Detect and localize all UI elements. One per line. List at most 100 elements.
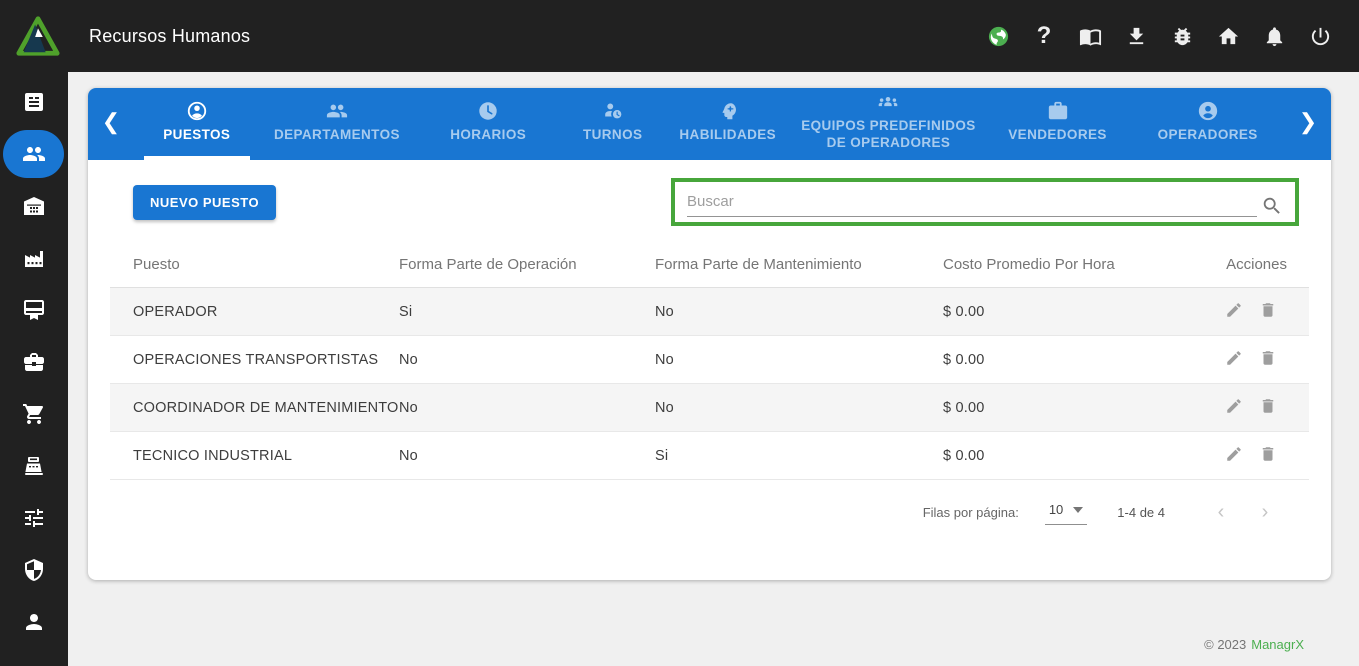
cell-costo: $ 0.00 [943, 352, 1193, 368]
header-operacion: Forma Parte de Operación [399, 256, 655, 273]
delete-trash-icon[interactable] [1259, 397, 1277, 418]
app-screen: Recursos Humanos ? [0, 0, 1359, 666]
cell-puesto: COORDINADOR DE MANTENIMIENTO [110, 400, 399, 416]
edit-pencil-icon[interactable] [1225, 397, 1243, 418]
copyright-text: © 2023 [1204, 637, 1246, 652]
search-icon[interactable] [1261, 195, 1283, 217]
brand-link[interactable]: ManagrX [1251, 637, 1304, 652]
help-icon[interactable]: ? [1025, 17, 1063, 55]
pagination: Filas por página: 10 1-4 de 4 ‹ › [88, 480, 1331, 544]
row-actions [1193, 397, 1309, 418]
tabs-scroll-right-icon[interactable]: ❯ [1285, 88, 1331, 160]
table-header-row: Puesto Forma Parte de Operación Forma Pa… [110, 242, 1309, 288]
delete-trash-icon[interactable] [1259, 445, 1277, 466]
newsfeed-icon [22, 90, 46, 114]
sidebar-item-toolbox[interactable] [0, 336, 68, 388]
download-icon[interactable] [1117, 17, 1155, 55]
new-puesto-button[interactable]: NUEVO PUESTO [133, 185, 276, 220]
sidebar-item-point-of-sale[interactable] [0, 440, 68, 492]
tab-habilidades[interactable]: HABILIDADES [663, 88, 792, 160]
bug-report-icon[interactable] [1163, 17, 1201, 55]
next-page-icon[interactable]: › [1243, 502, 1287, 522]
brain-icon [717, 100, 739, 122]
row-actions [1193, 349, 1309, 370]
search-input[interactable] [687, 193, 1257, 210]
puestos-table: Puesto Forma Parte de Operación Forma Pa… [110, 242, 1309, 480]
topbar: Recursos Humanos ? [0, 0, 1359, 72]
cell-operacion: Si [399, 304, 655, 320]
cell-operacion: No [399, 352, 655, 368]
cell-operacion: No [399, 400, 655, 416]
footer: © 2023 ManagrX [1204, 637, 1304, 652]
tab-horarios[interactable]: HORARIOS [414, 88, 562, 160]
delete-trash-icon[interactable] [1259, 349, 1277, 370]
person-icon [22, 610, 46, 634]
tab-puestos[interactable]: PUESTOS [134, 88, 260, 160]
security-shield-icon [22, 558, 46, 582]
annotation-highlight-box [671, 178, 1299, 226]
cell-mantenimiento: Si [655, 448, 943, 464]
tabs: PUESTOS DEPARTAMENTOS HORARIOS TURNOS [134, 88, 1285, 160]
tab-operadores[interactable]: OPERADORES [1130, 88, 1285, 160]
power-logout-icon[interactable] [1301, 17, 1339, 55]
home-icon[interactable] [1209, 17, 1247, 55]
sidebar-item-security[interactable] [0, 544, 68, 596]
pagination-range: 1-4 de 4 [1117, 505, 1165, 520]
language-globe-icon[interactable] [979, 17, 1017, 55]
logo-triangle-icon [15, 13, 61, 59]
table-row: OPERACIONES TRANSPORTISTAS No No $ 0.00 [110, 336, 1309, 384]
cell-operacion: No [399, 448, 655, 464]
shopping-cart-icon [22, 402, 46, 426]
main-content: ❮ PUESTOS DEPARTAMENTOS HORARIOS [68, 72, 1359, 666]
chevron-down-icon [1073, 507, 1083, 513]
cell-mantenimiento: No [655, 352, 943, 368]
sidebar-item-purchases[interactable] [0, 388, 68, 440]
people-icon [326, 100, 348, 122]
sidebar-item-certifications[interactable] [0, 284, 68, 336]
account-circle-icon [186, 100, 208, 122]
cell-puesto: OPERACIONES TRANSPORTISTAS [110, 352, 399, 368]
sidebar-item-factory[interactable] [0, 232, 68, 284]
edit-pencil-icon[interactable] [1225, 445, 1243, 466]
cell-mantenimiento: No [655, 400, 943, 416]
sidebar-item-warehouse[interactable] [0, 180, 68, 232]
tab-equipos-predefinidos[interactable]: EQUIPOS PREDEFINIDOS DE OPERADORES [792, 88, 984, 160]
search-field [675, 186, 1295, 226]
edit-pencil-icon[interactable] [1225, 301, 1243, 322]
groups-icon [877, 92, 899, 113]
previous-page-icon[interactable]: ‹ [1199, 502, 1243, 522]
clock-icon [477, 100, 499, 122]
warehouse-icon [22, 194, 46, 218]
sidebar [0, 72, 68, 666]
cell-costo: $ 0.00 [943, 400, 1193, 416]
app-logo[interactable] [15, 13, 61, 59]
people-icon [22, 142, 46, 166]
cell-puesto: OPERADOR [110, 304, 399, 320]
tab-turnos[interactable]: TURNOS [562, 88, 663, 160]
header-acciones: Acciones [1193, 256, 1309, 273]
documentation-book-icon[interactable] [1071, 17, 1109, 55]
sidebar-item-account[interactable] [0, 596, 68, 648]
row-actions [1193, 301, 1309, 322]
sidebar-item-newsfeed[interactable] [0, 76, 68, 128]
delete-trash-icon[interactable] [1259, 301, 1277, 322]
header-puesto: Puesto [110, 256, 399, 273]
topbar-actions: ? [979, 17, 1359, 55]
cell-mantenimiento: No [655, 304, 943, 320]
row-actions [1193, 445, 1309, 466]
table-row: TECNICO INDUSTRIAL No Si $ 0.00 [110, 432, 1309, 480]
header-mantenimiento: Forma Parte de Mantenimiento [655, 256, 943, 273]
tab-departamentos[interactable]: DEPARTAMENTOS [260, 88, 415, 160]
tab-vendedores[interactable]: VENDEDORES [985, 88, 1131, 160]
tabs-scroll-left-icon[interactable]: ❮ [88, 88, 134, 160]
toolbox-icon [22, 350, 46, 374]
sidebar-item-settings[interactable] [0, 492, 68, 544]
rows-per-page-value: 10 [1049, 502, 1063, 517]
sidebar-item-human-resources[interactable] [0, 128, 68, 180]
person-clock-icon [602, 100, 624, 122]
notifications-bell-icon[interactable] [1255, 17, 1293, 55]
active-tab-indicator [144, 156, 250, 160]
edit-pencil-icon[interactable] [1225, 349, 1243, 370]
content-card: ❮ PUESTOS DEPARTAMENTOS HORARIOS [88, 88, 1331, 580]
rows-per-page-select[interactable]: 10 [1045, 499, 1087, 525]
